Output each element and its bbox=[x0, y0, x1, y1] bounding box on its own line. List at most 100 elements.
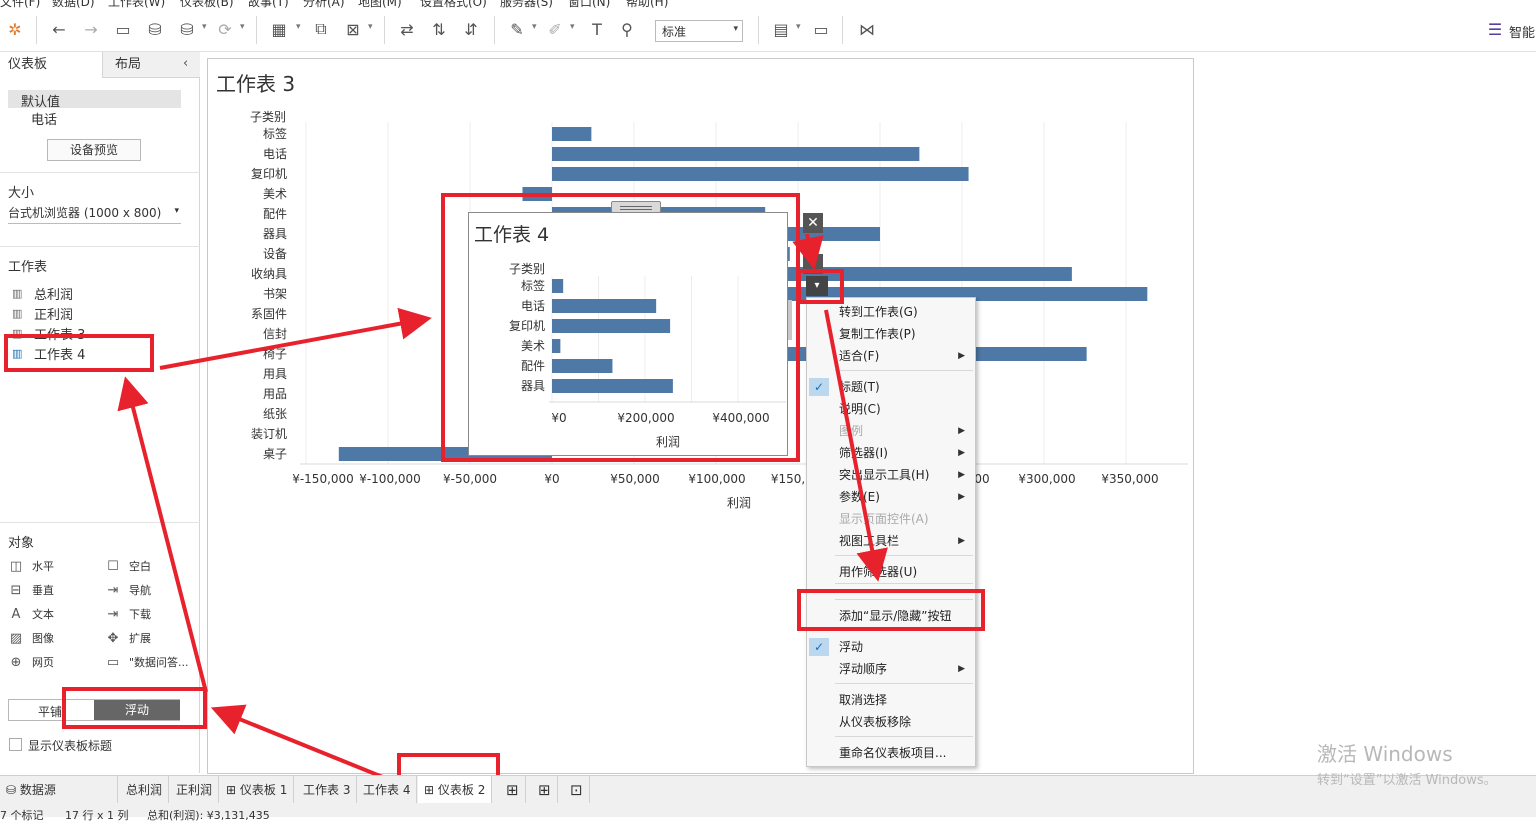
new-dashboard-tab-icon[interactable]: ⊞ bbox=[532, 776, 558, 804]
menu-item[interactable]: 转到工作表(G) bbox=[807, 301, 975, 323]
dropdown-caret-icon[interactable]: ▾ bbox=[240, 22, 245, 32]
dropdown-caret-icon[interactable]: ▾ bbox=[570, 22, 575, 32]
menu-analysis[interactable]: 分析(A) bbox=[303, 0, 345, 8]
device-preview-button[interactable]: 设备预览 bbox=[47, 139, 141, 161]
menu-format[interactable]: 设置格式(O) bbox=[420, 0, 487, 8]
menu-item[interactable]: 标题(T) ✓ bbox=[807, 376, 975, 398]
device-default[interactable]: 默认值 bbox=[21, 91, 60, 110]
object-ask-data[interactable]: ▭ "数据问答... bbox=[105, 654, 189, 670]
menu-item[interactable]: 复制工作表(P) bbox=[807, 323, 975, 345]
menu-item-label: 从仪表板移除 bbox=[839, 715, 912, 729]
menu-item[interactable]: 取消选择 bbox=[807, 689, 975, 711]
menu-item[interactable]: 浮动顺序 ▶ bbox=[807, 658, 975, 680]
tableau-logo-icon[interactable]: ✲ bbox=[4, 18, 26, 40]
menu-separator bbox=[835, 736, 973, 737]
menu-item[interactable]: 突出显示工具(H) ▶ bbox=[807, 464, 975, 486]
menu-item[interactable]: 参数(E) ▶ bbox=[807, 486, 975, 508]
tiled-button[interactable]: 平铺 bbox=[38, 703, 62, 720]
size-select[interactable]: 台式机浏览器 (1000 x 800) ▾ bbox=[8, 204, 181, 224]
show-mark-labels-icon[interactable]: T bbox=[586, 18, 608, 40]
new-worksheet-tab-icon[interactable]: ⊞ bbox=[500, 776, 526, 804]
menu-window[interactable]: 窗口(N) bbox=[568, 0, 610, 8]
menu-item-label: 突出显示工具(H) bbox=[839, 468, 930, 482]
object-label: 水平 bbox=[32, 560, 54, 573]
object-horizontal[interactable]: ◫ 水平 bbox=[8, 558, 54, 574]
object-vertical[interactable]: ⊟ 垂直 bbox=[8, 582, 54, 598]
menu-server[interactable]: 服务器(S) bbox=[500, 0, 553, 8]
refresh-icon[interactable]: ⟳ bbox=[214, 18, 236, 40]
show-cards-icon[interactable]: ▤ bbox=[770, 18, 792, 40]
clear-sheet-icon[interactable]: ⊠ bbox=[342, 18, 364, 40]
object-download[interactable]: ⇥ 下载 bbox=[105, 606, 151, 622]
menu-item[interactable]: 从仪表板移除 bbox=[807, 711, 975, 733]
show-title-checkbox[interactable] bbox=[9, 738, 22, 751]
collapse-panel-icon[interactable]: ‹ bbox=[183, 56, 188, 71]
menu-data[interactable]: 数据(D) bbox=[52, 0, 95, 8]
tab-total-profit[interactable]: 总利润 bbox=[120, 776, 170, 804]
menu-dashboard[interactable]: 仪表板(B) bbox=[180, 0, 234, 8]
swap-rows-columns-icon[interactable]: ⇄ bbox=[396, 18, 418, 40]
menu-item[interactable]: 适合(F) ▶ bbox=[807, 345, 975, 367]
device-phone[interactable]: 电话 bbox=[31, 109, 57, 128]
worksheet-item-total-profit[interactable]: ▥ 总利润 bbox=[12, 284, 73, 303]
menu-map[interactable]: 地图(M) bbox=[358, 0, 402, 8]
new-datasource-icon[interactable]: ⛁ bbox=[144, 18, 166, 40]
dropdown-caret-icon[interactable]: ▾ bbox=[296, 22, 301, 32]
menu-item[interactable]: 筛选器(I) ▶ bbox=[807, 442, 975, 464]
sort-descending-icon[interactable]: ⇵ bbox=[460, 18, 482, 40]
save-icon[interactable]: ▭ bbox=[112, 18, 134, 40]
menu-item[interactable]: 视图工具栏 ▶ bbox=[807, 530, 975, 552]
ask-data-icon: ▭ bbox=[106, 654, 120, 670]
new-worksheet-icon[interactable]: ▦ bbox=[268, 18, 290, 40]
status-sum: 总和(利润): ¥3,131,435 bbox=[147, 809, 270, 822]
presentation-mode-icon[interactable]: ▭ bbox=[810, 18, 832, 40]
dashboard-icon: ⊞ bbox=[226, 783, 240, 797]
dropdown-caret-icon[interactable]: ▾ bbox=[532, 22, 537, 32]
redo-icon[interactable]: → bbox=[80, 18, 102, 40]
worksheet-item-positive-profit[interactable]: ▥ 正利润 bbox=[12, 304, 73, 323]
status-marks: 7 个标记 bbox=[0, 809, 44, 822]
duplicate-sheet-icon[interactable]: ⧉ bbox=[310, 18, 332, 40]
sort-ascending-icon[interactable]: ⇅ bbox=[428, 18, 450, 40]
menu-story[interactable]: 故事(T) bbox=[248, 0, 289, 8]
view-fit-select[interactable]: 标准 ▾ bbox=[655, 20, 743, 42]
menu-item-label: 浮动顺序 bbox=[839, 662, 888, 676]
dropdown-caret-icon[interactable]: ▾ bbox=[368, 22, 373, 32]
smart-icon[interactable]: ☰ bbox=[1484, 18, 1506, 40]
tab-dashboard1[interactable]: ⊞ 仪表板 1 bbox=[220, 776, 295, 804]
menu-item[interactable]: 重命名仪表板项目... bbox=[807, 742, 975, 764]
tab-positive-profit[interactable]: 正利润 bbox=[170, 776, 220, 804]
menu-item[interactable]: 用作筛选器(U) bbox=[807, 561, 975, 583]
dropdown-caret-icon[interactable]: ▾ bbox=[796, 22, 801, 32]
tab-dashboard[interactable]: 仪表板 bbox=[0, 52, 102, 78]
tab-sheet4[interactable]: 工作表 4 bbox=[357, 776, 418, 804]
annotation-box-worksheet4 bbox=[4, 334, 154, 372]
object-text[interactable]: A 文本 bbox=[8, 606, 54, 622]
pause-updates-icon[interactable]: ⛁ bbox=[176, 18, 198, 40]
menu-worksheet[interactable]: 工作表(W) bbox=[108, 0, 165, 8]
object-label: 文本 bbox=[32, 608, 54, 621]
menu-help[interactable]: 帮助(H) bbox=[626, 0, 668, 8]
object-extension[interactable]: ✥ 扩展 bbox=[105, 630, 151, 646]
object-blank[interactable]: ☐ 空白 bbox=[105, 558, 151, 574]
highlight-icon[interactable]: ✎ bbox=[506, 18, 528, 40]
dropdown-caret-icon[interactable]: ▾ bbox=[202, 22, 207, 32]
object-navigation[interactable]: ⇥ 导航 bbox=[105, 582, 151, 598]
undo-icon[interactable]: ← bbox=[48, 18, 70, 40]
object-webpage[interactable]: ⊕ 网页 bbox=[8, 654, 54, 670]
group-members-icon[interactable]: ✐ bbox=[544, 18, 566, 40]
menu-file[interactable]: 文件(F) bbox=[0, 0, 40, 8]
tab-sheet3[interactable]: 工作表 3 bbox=[297, 776, 358, 804]
tab-datasource[interactable]: ⛁ 数据源 bbox=[0, 776, 118, 804]
menu-item[interactable]: 说明(C) bbox=[807, 398, 975, 420]
tab-dashboard2[interactable]: ⊞ 仪表板 2 bbox=[418, 776, 493, 804]
menu-item[interactable]: 浮动 ✓ bbox=[807, 636, 975, 658]
new-story-tab-icon[interactable]: ⊡ bbox=[564, 776, 590, 804]
object-label: 网页 bbox=[32, 656, 54, 669]
close-icon[interactable]: ✕ bbox=[803, 213, 823, 233]
object-image[interactable]: ▨ 图像 bbox=[8, 630, 54, 646]
smart-label[interactable]: 智能 bbox=[1509, 22, 1535, 41]
tab-label: 仪表板 1 bbox=[239, 783, 288, 797]
share-icon[interactable]: ⋈ bbox=[856, 18, 878, 40]
pin-axes-icon[interactable]: ⚲ bbox=[616, 18, 638, 40]
